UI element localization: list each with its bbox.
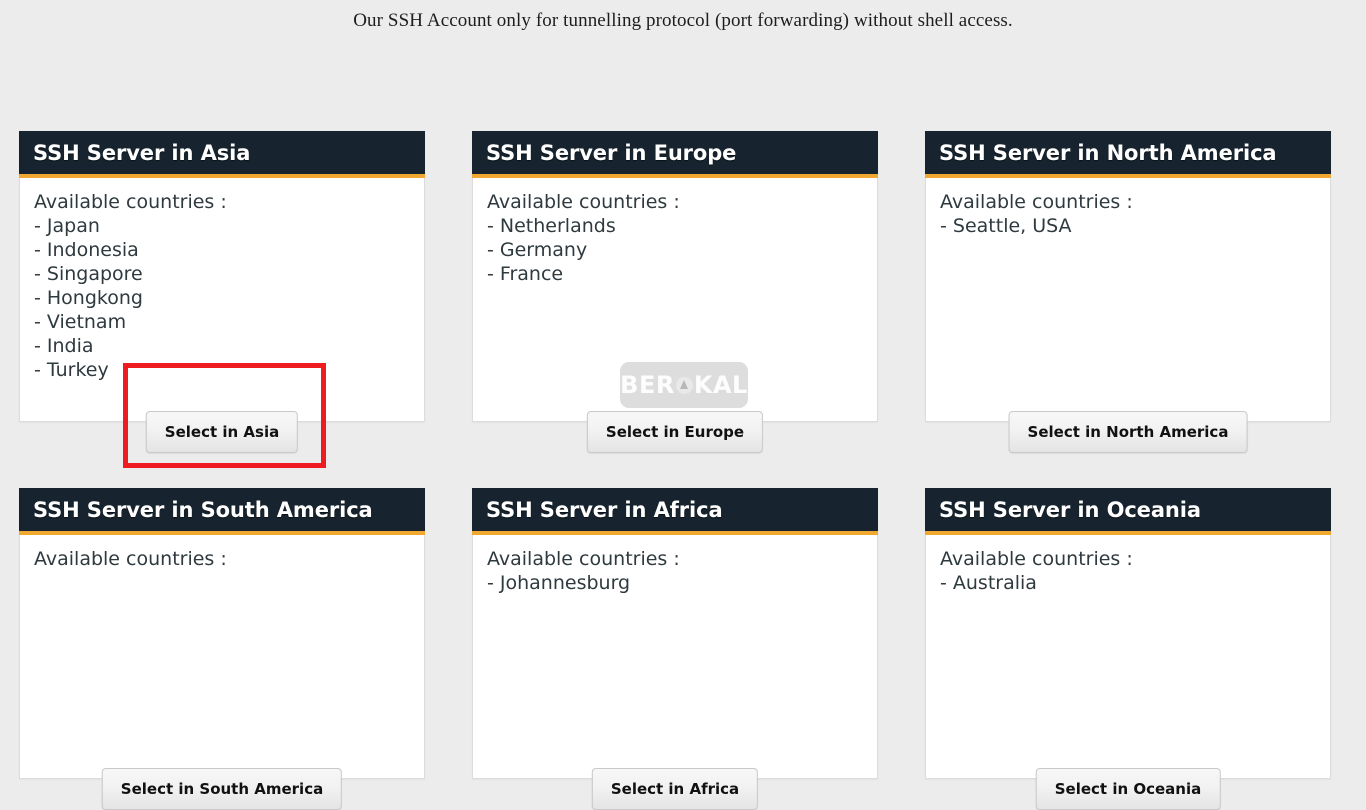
card-body-north-america: Available countries : - Seattle, USA — [926, 178, 1330, 417]
list-item: - Vietnam — [34, 310, 410, 334]
card-title: SSH Server in Oceania — [939, 498, 1201, 522]
list-item: - Singapore — [34, 262, 410, 286]
server-card-europe: SSH Server in Europe Available countries… — [472, 131, 878, 422]
select-in-oceania-button[interactable]: Select in Oceania — [1036, 768, 1221, 810]
country-list: - Australia — [940, 571, 1316, 595]
card-title: SSH Server in Africa — [486, 498, 723, 522]
server-card-grid: SSH Server in Asia Available countries :… — [19, 131, 1334, 779]
available-countries-label: Available countries : — [34, 190, 410, 214]
list-item: - Japan — [34, 214, 410, 238]
card-title: SSH Server in Europe — [486, 141, 736, 165]
list-item: - Indonesia — [34, 238, 410, 262]
card-title: SSH Server in Asia — [33, 141, 250, 165]
select-in-europe-button[interactable]: Select in Europe — [587, 411, 763, 453]
card-header-africa: SSH Server in Africa — [472, 488, 878, 535]
list-item: - France — [487, 262, 863, 286]
select-in-north-america-button[interactable]: Select in North America — [1009, 411, 1248, 453]
list-item: - Turkey — [34, 358, 410, 382]
country-list: - Johannesburg — [487, 571, 863, 595]
card-header-north-america: SSH Server in North America — [925, 131, 1331, 178]
server-card-south-america: SSH Server in South America Available co… — [19, 488, 425, 779]
card-title: SSH Server in South America — [33, 498, 373, 522]
list-item: - Germany — [487, 238, 863, 262]
available-countries-label: Available countries : — [487, 547, 863, 571]
available-countries-label: Available countries : — [487, 190, 863, 214]
select-in-south-america-button[interactable]: Select in South America — [102, 768, 342, 810]
card-body-oceania: Available countries : - Australia — [926, 535, 1330, 774]
list-item: - Johannesburg — [487, 571, 863, 595]
list-item: - India — [34, 334, 410, 358]
card-body-south-america: Available countries : — [20, 535, 424, 774]
select-in-africa-button[interactable]: Select in Africa — [592, 768, 758, 810]
card-body-africa: Available countries : - Johannesburg — [473, 535, 877, 774]
list-item: - Seattle, USA — [940, 214, 1316, 238]
country-list: - Japan - Indonesia - Singapore - Hongko… — [34, 214, 410, 382]
available-countries-label: Available countries : — [34, 547, 410, 571]
card-header-europe: SSH Server in Europe — [472, 131, 878, 178]
country-list: - Netherlands - Germany - France — [487, 214, 863, 286]
available-countries-label: Available countries : — [940, 547, 1316, 571]
card-header-oceania: SSH Server in Oceania — [925, 488, 1331, 535]
server-card-africa: SSH Server in Africa Available countries… — [472, 488, 878, 779]
select-in-asia-button[interactable]: Select in Asia — [146, 411, 298, 453]
card-body-asia: Available countries : - Japan - Indonesi… — [20, 178, 424, 417]
server-card-north-america: SSH Server in North America Available co… — [925, 131, 1331, 422]
available-countries-label: Available countries : — [940, 190, 1316, 214]
server-card-asia: SSH Server in Asia Available countries :… — [19, 131, 425, 422]
card-header-south-america: SSH Server in South America — [19, 488, 425, 535]
country-list: - Seattle, USA — [940, 214, 1316, 238]
page-note: Our SSH Account only for tunnelling prot… — [0, 10, 1366, 32]
card-body-europe: Available countries : - Netherlands - Ge… — [473, 178, 877, 417]
card-title: SSH Server in North America — [939, 141, 1276, 165]
card-header-asia: SSH Server in Asia — [19, 131, 425, 178]
list-item: - Netherlands — [487, 214, 863, 238]
server-card-oceania: SSH Server in Oceania Available countrie… — [925, 488, 1331, 779]
list-item: - Australia — [940, 571, 1316, 595]
list-item: - Hongkong — [34, 286, 410, 310]
